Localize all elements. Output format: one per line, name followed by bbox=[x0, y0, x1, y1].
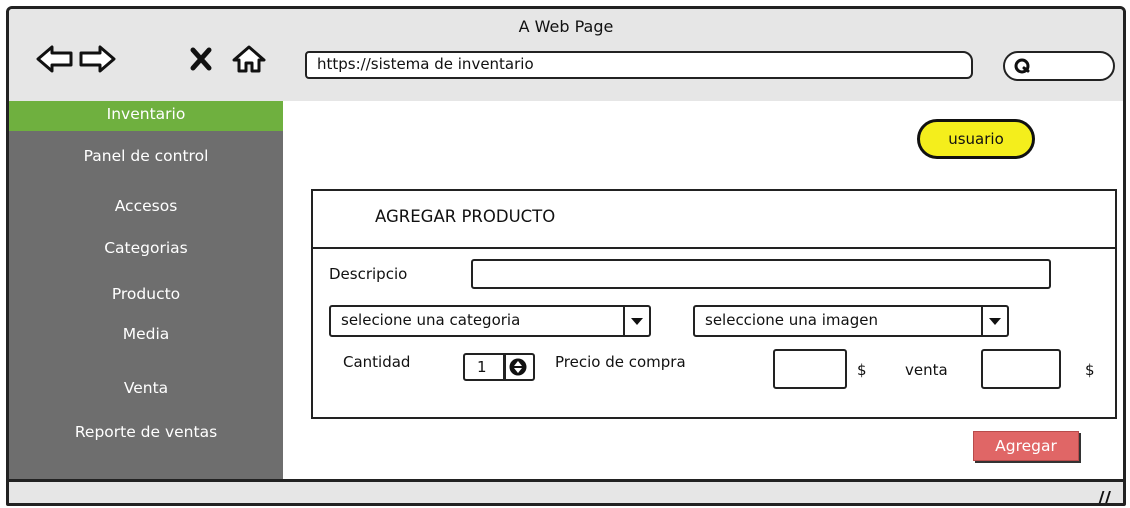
product-form: Descripcio selecione una categoria selec… bbox=[311, 249, 1117, 419]
sale-price-input[interactable] bbox=[981, 349, 1061, 389]
sidebar-item-venta[interactable]: Venta bbox=[9, 379, 283, 397]
search-icon bbox=[1014, 58, 1030, 74]
category-select-value: selecione una categoria bbox=[341, 311, 521, 329]
chevron-down-icon bbox=[623, 307, 649, 335]
back-arrow-icon[interactable] bbox=[35, 41, 75, 77]
category-select[interactable]: selecione una categoria bbox=[329, 305, 651, 337]
status-bar: // bbox=[9, 479, 1123, 503]
resize-grip-icon[interactable]: // bbox=[1098, 488, 1111, 503]
sidebar-item-categorias[interactable]: Categorias bbox=[9, 239, 283, 257]
description-input[interactable] bbox=[471, 259, 1051, 289]
sidebar-item-inventario[interactable]: Inventario bbox=[9, 101, 283, 131]
quantity-label: Cantidad bbox=[343, 353, 411, 371]
user-button[interactable]: usuario bbox=[917, 119, 1035, 159]
quantity-value: 1 bbox=[477, 358, 487, 376]
sidebar-item-producto[interactable]: Producto bbox=[9, 285, 283, 303]
chevron-down-icon bbox=[981, 307, 1007, 335]
image-select-value: seleccione una imagen bbox=[705, 311, 878, 329]
sale-currency: $ bbox=[1085, 361, 1095, 379]
stepper-divider bbox=[503, 355, 506, 379]
sidebar-item-reporte-de-ventas[interactable]: Reporte de ventas bbox=[9, 423, 283, 441]
sidebar-item-media[interactable]: Media bbox=[9, 325, 283, 343]
description-label: Descripcio bbox=[329, 265, 408, 283]
form-title: AGREGAR PRODUCTO bbox=[375, 207, 556, 226]
sidebar-item-panel-de-control[interactable]: Panel de control bbox=[9, 147, 283, 165]
main-content: usuario AGREGAR PRODUCTO Descripcio sele… bbox=[283, 101, 1123, 479]
close-icon[interactable] bbox=[181, 41, 221, 77]
browser-window: A Web Page https://sistema de inventario… bbox=[6, 6, 1126, 506]
agregar-button[interactable]: Agregar bbox=[973, 431, 1079, 461]
buy-price-input[interactable] bbox=[773, 349, 847, 389]
sidebar: Inventario Panel de control Accesos Cate… bbox=[9, 101, 283, 479]
form-header: AGREGAR PRODUCTO bbox=[311, 189, 1117, 249]
window-title: A Web Page bbox=[518, 17, 614, 36]
forward-arrow-icon[interactable] bbox=[77, 41, 117, 77]
home-icon[interactable] bbox=[229, 41, 269, 77]
stepper-arrows-icon[interactable] bbox=[509, 357, 527, 383]
buy-price-label: Precio de compra bbox=[555, 353, 686, 371]
browser-toolbar: A Web Page https://sistema de inventario bbox=[9, 9, 1123, 101]
sidebar-item-accesos[interactable]: Accesos bbox=[9, 197, 283, 215]
address-bar[interactable]: https://sistema de inventario bbox=[305, 51, 973, 79]
quantity-stepper[interactable]: 1 bbox=[463, 353, 535, 381]
sale-label: venta bbox=[905, 361, 948, 379]
search-field[interactable] bbox=[1003, 51, 1115, 81]
image-select[interactable]: seleccione una imagen bbox=[693, 305, 1009, 337]
buy-currency: $ bbox=[857, 361, 867, 379]
